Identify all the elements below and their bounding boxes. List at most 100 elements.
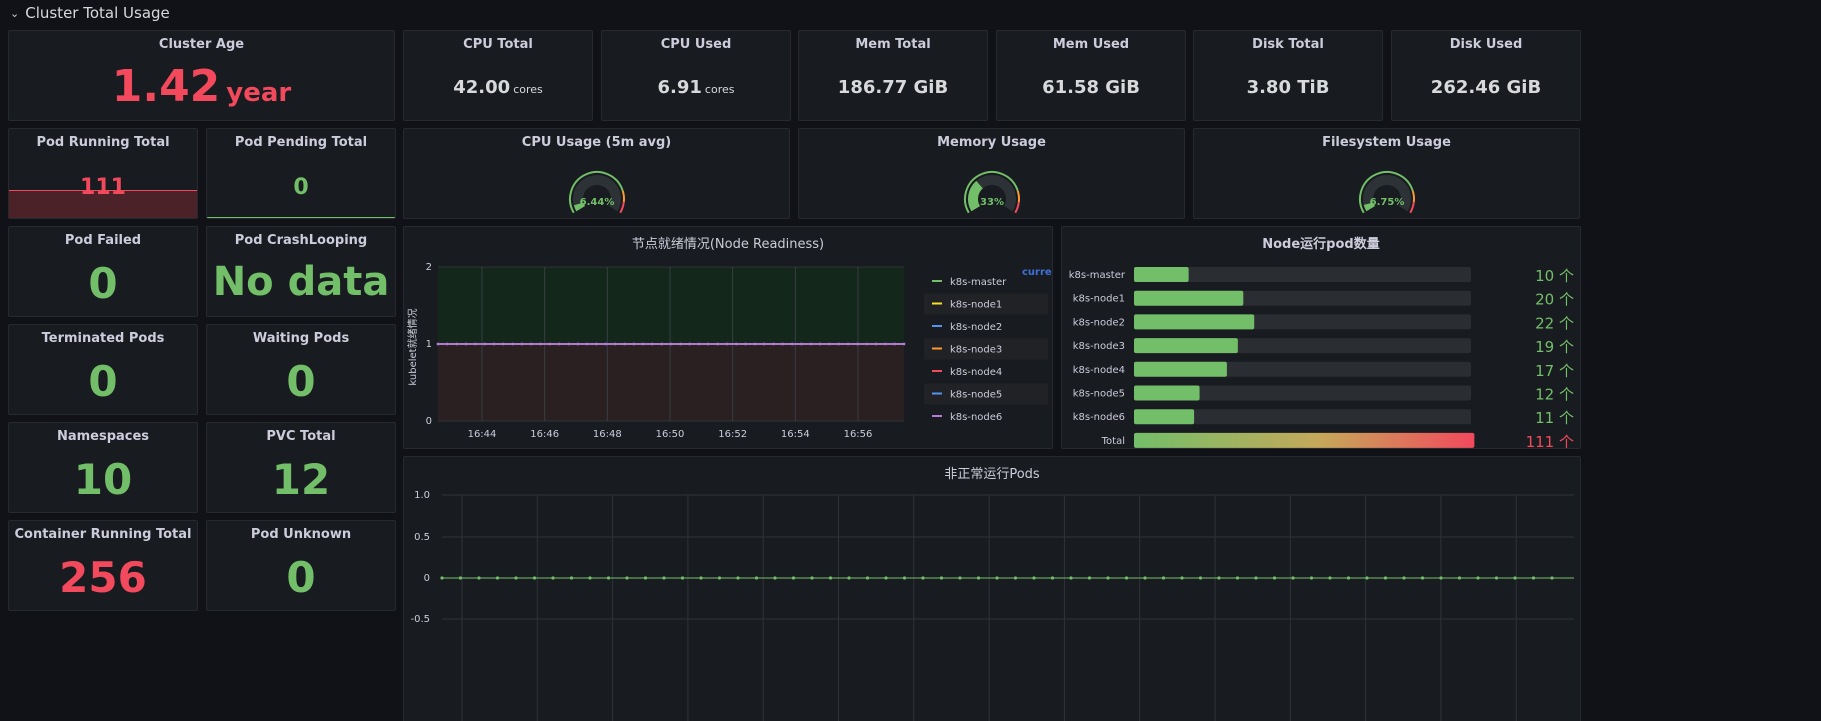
panel-cpu-used[interactable]: CPU Used 6.91 cores	[601, 30, 791, 121]
panel-pod-pending-total[interactable]: Pod Pending Total 0	[206, 128, 396, 219]
panel-pvc-total[interactable]: PVC Total 12	[206, 422, 396, 513]
x-tick-label: 16:48	[593, 429, 622, 440]
series-point	[1013, 576, 1018, 580]
y-tick-label: 2	[426, 262, 432, 273]
panel-pod-crashlooping[interactable]: Pod CrashLooping No data	[206, 226, 396, 317]
series-point	[1254, 576, 1258, 580]
series-point	[1383, 576, 1388, 580]
row-header-cluster-total-usage[interactable]: ⌄ Cluster Total Usage	[0, 0, 1821, 26]
series-point	[1420, 576, 1425, 580]
legend-label: k8s-master	[950, 277, 1007, 288]
panel-container-running-total[interactable]: Container Running Total 256	[8, 520, 198, 611]
series-point	[643, 576, 648, 580]
bar-value-label: 111 个	[1526, 433, 1574, 449]
pod-running-value: 111	[80, 175, 126, 200]
panel-pod-running-total[interactable]: Pod Running Total 111	[8, 128, 198, 219]
series-point	[1476, 576, 1480, 580]
gauge-threshold-red	[619, 201, 625, 214]
panel-title: Container Running Total	[14, 527, 192, 542]
series-point	[1291, 576, 1295, 580]
panel-cpu-total[interactable]: CPU Total 42.00 cores	[403, 30, 593, 121]
series-point	[736, 576, 740, 580]
chevron-down-icon[interactable]: ⌄	[10, 7, 19, 20]
bar-fill	[1134, 432, 1475, 448]
y-axis-label: kubelet就绪情况	[406, 308, 419, 385]
series-point	[492, 342, 496, 346]
series-point	[809, 342, 813, 346]
legend-label: k8s-node4	[950, 367, 1002, 378]
panel-disk-used[interactable]: Disk Used 262.46 GiB	[1391, 30, 1581, 121]
gauge-threshold-orange	[1411, 190, 1415, 203]
series-point	[1143, 576, 1147, 580]
series-point	[436, 342, 440, 346]
series-point	[781, 342, 785, 346]
bar-fill	[1134, 409, 1195, 425]
panel-node-pod-count[interactable]: Node运行pod数量 k8s-master 10 个 k8s-node1 20 个k…	[1061, 226, 1581, 449]
series-point	[893, 342, 897, 346]
panel-memory-usage[interactable]: Memory Usage 33%	[798, 128, 1185, 219]
panel-title: Mem Total	[855, 37, 931, 52]
x-tick-label: 16:50	[656, 429, 685, 440]
series-point	[567, 342, 570, 346]
series-point	[455, 342, 459, 346]
panel-title: Cluster Age	[158, 37, 245, 52]
panel-title: Filesystem Usage	[1322, 135, 1451, 150]
x-tick-label: 16:46	[530, 429, 559, 440]
panel-disk-total[interactable]: Disk Total 3.80 TiB	[1193, 30, 1383, 121]
panel-node-readiness[interactable]: 节点就绪情况(Node Readiness) kubelet就绪情况 curre…	[403, 226, 1053, 449]
panel-title: Pod Failed	[64, 233, 142, 248]
series-point	[706, 342, 710, 346]
mem-used-value: 61.58 GiB	[1042, 77, 1140, 98]
series-point	[1106, 576, 1110, 580]
panel-title: Pod Pending Total	[234, 135, 368, 150]
series-point	[874, 342, 878, 346]
panel-pod-unknown[interactable]: Pod Unknown 0	[206, 520, 396, 611]
panel-mem-used[interactable]: Mem Used 61.58 GiB	[996, 30, 1186, 121]
gauge-threshold-red	[1409, 201, 1415, 214]
series-point	[520, 342, 524, 346]
series-point	[569, 576, 574, 580]
bar-fill	[1134, 361, 1227, 377]
panel-abnormal-pods[interactable]: 非正常运行Pods 1.0 0.5 0 -0.5	[403, 456, 1581, 721]
series-point	[1235, 576, 1240, 580]
series-point	[828, 342, 831, 346]
series-point	[772, 342, 775, 346]
pvc-total-value: 12	[271, 455, 331, 504]
panel-namespaces[interactable]: Namespaces 10	[8, 422, 198, 513]
series-point	[828, 576, 833, 580]
bar-fill	[1134, 314, 1255, 330]
panel-filesystem-usage[interactable]: Filesystem Usage 6.75%	[1193, 128, 1580, 219]
series-point	[800, 342, 803, 346]
series-point	[1365, 576, 1369, 580]
y-tick-label: -0.5	[410, 614, 430, 625]
panel-mem-total[interactable]: Mem Total 186.77 GiB	[798, 30, 988, 121]
bar-fill	[1134, 385, 1200, 401]
legend-label: k8s-node1	[950, 300, 1002, 311]
legend-label: k8s-node3	[950, 345, 1002, 356]
series-point	[604, 342, 608, 346]
panel-title: Pod CrashLooping	[234, 233, 368, 248]
panel-cpu-usage[interactable]: CPU Usage (5m avg) 6.44%	[403, 128, 790, 219]
panel-terminated-pods[interactable]: Terminated Pods 0	[8, 324, 198, 415]
cpu-gauge: 6.44%	[569, 171, 625, 214]
bar-category-label: k8s-node1	[1073, 294, 1125, 305]
bar-category-label: k8s-node5	[1073, 389, 1125, 400]
panel-title: Pod Unknown	[250, 527, 352, 542]
series-point	[1069, 576, 1073, 580]
series-point	[1124, 576, 1129, 580]
pod-crashlooping-value: No data	[212, 259, 390, 305]
series-point	[1272, 576, 1277, 580]
series-point	[650, 342, 654, 346]
series-point	[754, 576, 759, 580]
series-point	[641, 342, 645, 346]
series-point	[632, 342, 636, 346]
node-readiness-chart: kubelet就绪情况 currer 0 1 2 16:44 16:46 16:48 16:…	[406, 262, 1052, 440]
panel-cluster-age[interactable]: Cluster Age 1.42 year	[8, 30, 395, 121]
panel-waiting-pods[interactable]: Waiting Pods 0	[206, 324, 396, 415]
legend-label: k8s-node6	[950, 412, 1002, 423]
bar-fill	[1134, 338, 1238, 354]
series-point	[473, 342, 477, 346]
bar-value-label: 22 个	[1535, 314, 1574, 332]
panel-pod-failed[interactable]: Pod Failed 0	[8, 226, 198, 317]
series-point	[1550, 576, 1554, 580]
